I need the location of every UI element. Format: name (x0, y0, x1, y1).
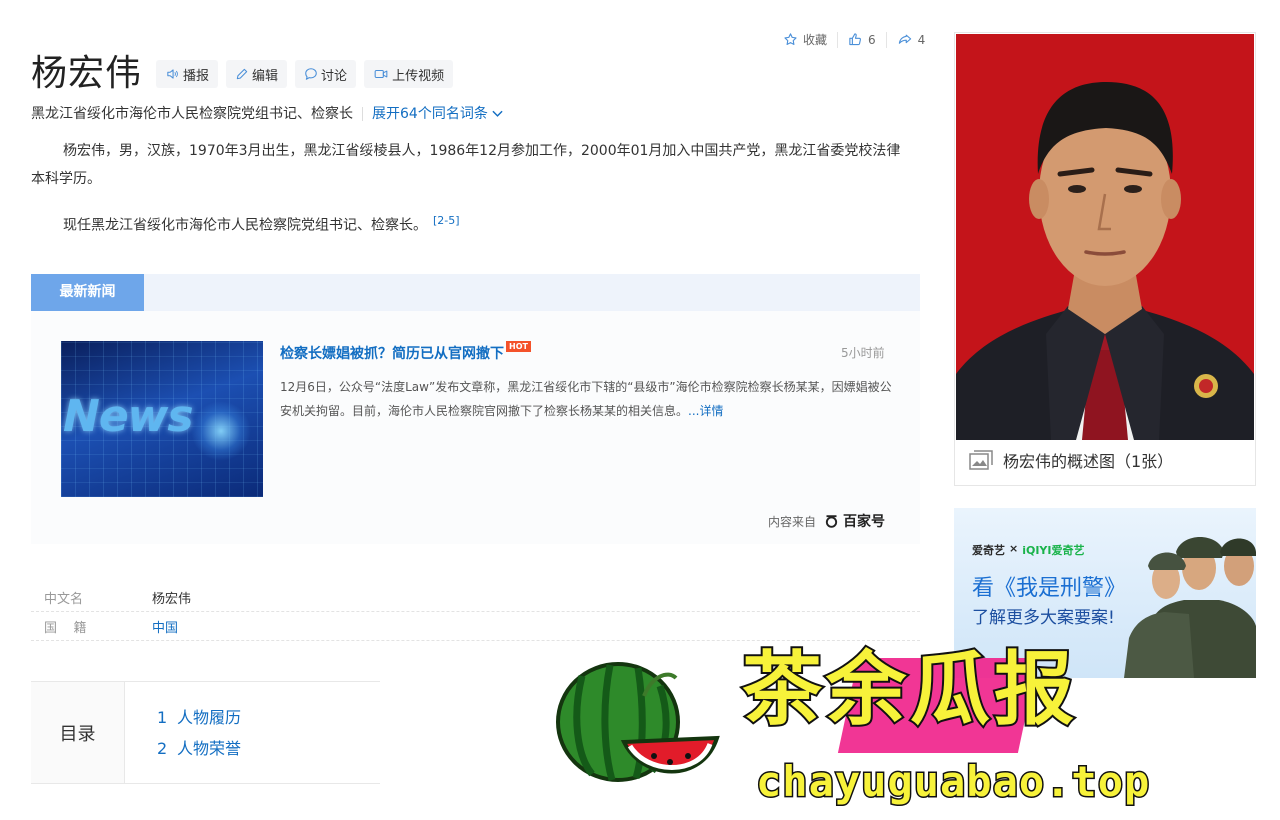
news-thumbnail[interactable]: News (61, 341, 263, 497)
subtitle-row: 黑龙江省绥化市海伦市人民检察院党组书记、检察长 展开64个同名词条 (31, 103, 503, 125)
portrait-caption-text: 杨宏伟的概述图（1张） (1003, 452, 1174, 471)
citation-link[interactable]: [2-5] (433, 214, 460, 227)
portrait-photo[interactable] (956, 34, 1254, 440)
gallery-icon (969, 450, 993, 470)
ad-brand-left: 爱奇艺 (972, 544, 1005, 557)
toc-items: 1 人物履历 2 人物荣誉 (157, 702, 241, 764)
ad-brand-line: 爱奇艺 × iQIYI爱奇艺 (972, 542, 1085, 558)
news-title-link[interactable]: 检察长嫖娼被抓？简历已从官网撤下 HOT (280, 341, 531, 363)
play-label: 播报 (183, 68, 210, 84)
table-of-contents: 目录 1 人物履历 2 人物荣誉 (31, 681, 380, 784)
toc-label: 目录 (31, 682, 125, 783)
chat-bubble-icon (305, 68, 317, 80)
like-count: 6 (868, 32, 876, 47)
top-actions: 收藏 6 4 (783, 31, 935, 48)
hot-badge: HOT (506, 341, 531, 352)
source-label: 内容来自 (768, 514, 817, 529)
ad-brand-right: iQIYI爱奇艺 (1022, 544, 1085, 557)
info-value-link[interactable]: 中国 (152, 617, 178, 636)
news-tab[interactable]: 最新新闻 (31, 274, 144, 311)
toc-item[interactable]: 2 人物荣誉 (157, 733, 241, 764)
upload-video-button[interactable]: 上传视频 (364, 60, 454, 88)
watermelon-icon (556, 662, 720, 782)
collect-label: 收藏 (803, 33, 828, 47)
entry-subtitle: 黑龙江省绥化市海伦市人民检察院党组书记、检察长 (31, 106, 353, 122)
summary-paragraph-2: 现任黑龙江省绥化市海伦市人民检察院党组书记、检察长。 [2-5] (31, 207, 911, 240)
portrait-illustration (956, 34, 1254, 440)
toc-item-number: 2 (157, 739, 168, 758)
expand-homonyms-link[interactable]: 展开64个同名词条 (372, 103, 503, 125)
toc-item-text: 人物履历 (177, 708, 242, 727)
ad-brand-x: × (1009, 542, 1019, 555)
info-value: 杨宏伟 (152, 591, 192, 607)
portrait-caption[interactable]: 杨宏伟的概述图（1张） (969, 448, 1173, 472)
info-key: 国 籍 (44, 620, 87, 636)
summary-text: 现任黑龙江省绥化市海伦市人民检察院党组书记、检察长。 (63, 217, 427, 234)
watermark-url: chayuguabao.top (754, 756, 1151, 808)
page-title: 杨宏伟 (31, 53, 143, 94)
news-body: 12月6日，公众号“法度Law”发布文章称，黑龙江省绥化市下辖的“县级市”海伦市… (280, 375, 900, 423)
news-header: 最新新闻 (31, 274, 920, 311)
speaker-icon (167, 69, 178, 79)
collect-button[interactable]: 收藏 (783, 31, 837, 48)
toc-item-text: 人物荣誉 (177, 739, 242, 758)
source-brand: 百家号 (843, 514, 886, 530)
news-title: 检察长嫖娼被抓？简历已从官网撤下 (280, 346, 504, 362)
baijiahao-logo-icon (825, 514, 838, 528)
divider (362, 107, 363, 121)
thumb-word: News (63, 391, 194, 442)
portrait-card[interactable]: 杨宏伟的概述图（1张） (954, 32, 1256, 486)
edit-button[interactable]: 编辑 (226, 60, 288, 88)
info-key: 中文名 (44, 591, 84, 607)
play-button[interactable]: 播报 (156, 60, 219, 88)
thumb-glow (191, 401, 251, 461)
toc-item-number: 1 (157, 708, 168, 727)
edit-label: 编辑 (252, 68, 279, 84)
news-time: 5小时前 (841, 346, 885, 360)
baijiahao-brand[interactable]: 百家号 (824, 511, 885, 531)
upload-video-label: 上传视频 (392, 68, 445, 84)
discuss-button[interactable]: 讨论 (295, 60, 357, 88)
basic-info-row: 中文名 杨宏伟 (31, 583, 920, 612)
share-button[interactable]: 4 (887, 32, 936, 47)
share-count: 4 (917, 32, 926, 47)
title-row: 杨宏伟 播报 编辑 讨论 上传视频 (31, 52, 454, 96)
like-button[interactable]: 6 (838, 32, 886, 47)
discuss-label: 讨论 (321, 68, 348, 84)
news-more-link[interactable]: ...详情 (688, 404, 723, 418)
news-card: News 检察长嫖娼被抓？简历已从官网撤下 HOT 5小时前 12月6日，公众号… (31, 311, 920, 544)
ad-subline: 了解更多大案要案! (972, 608, 1115, 628)
expand-link-label: 展开64个同名词条 (372, 106, 488, 122)
video-camera-icon (374, 69, 388, 79)
chevron-down-icon (492, 110, 503, 117)
share-icon (898, 34, 911, 44)
toc-item[interactable]: 1 人物履历 (157, 702, 241, 733)
news-source: 内容来自 百家号 (768, 511, 885, 531)
news-body-text: 12月6日，公众号“法度Law”发布文章称，黑龙江省绥化市下辖的“县级市”海伦市… (280, 380, 892, 418)
pencil-icon (236, 68, 248, 80)
sidebar-ad[interactable]: 爱奇艺 × iQIYI爱奇艺 看《我是刑警》 了解更多大案要案! (954, 508, 1256, 678)
summary-paragraph: 杨宏伟，男，汉族，1970年3月出生，黑龙江省绥棱县人，1986年12月参加工作… (31, 143, 901, 187)
thumb-up-icon (849, 33, 861, 46)
ad-headline: 看《我是刑警》 (972, 576, 1127, 601)
basic-info-row: 国 籍 中国 (31, 612, 920, 641)
star-icon (784, 33, 797, 45)
